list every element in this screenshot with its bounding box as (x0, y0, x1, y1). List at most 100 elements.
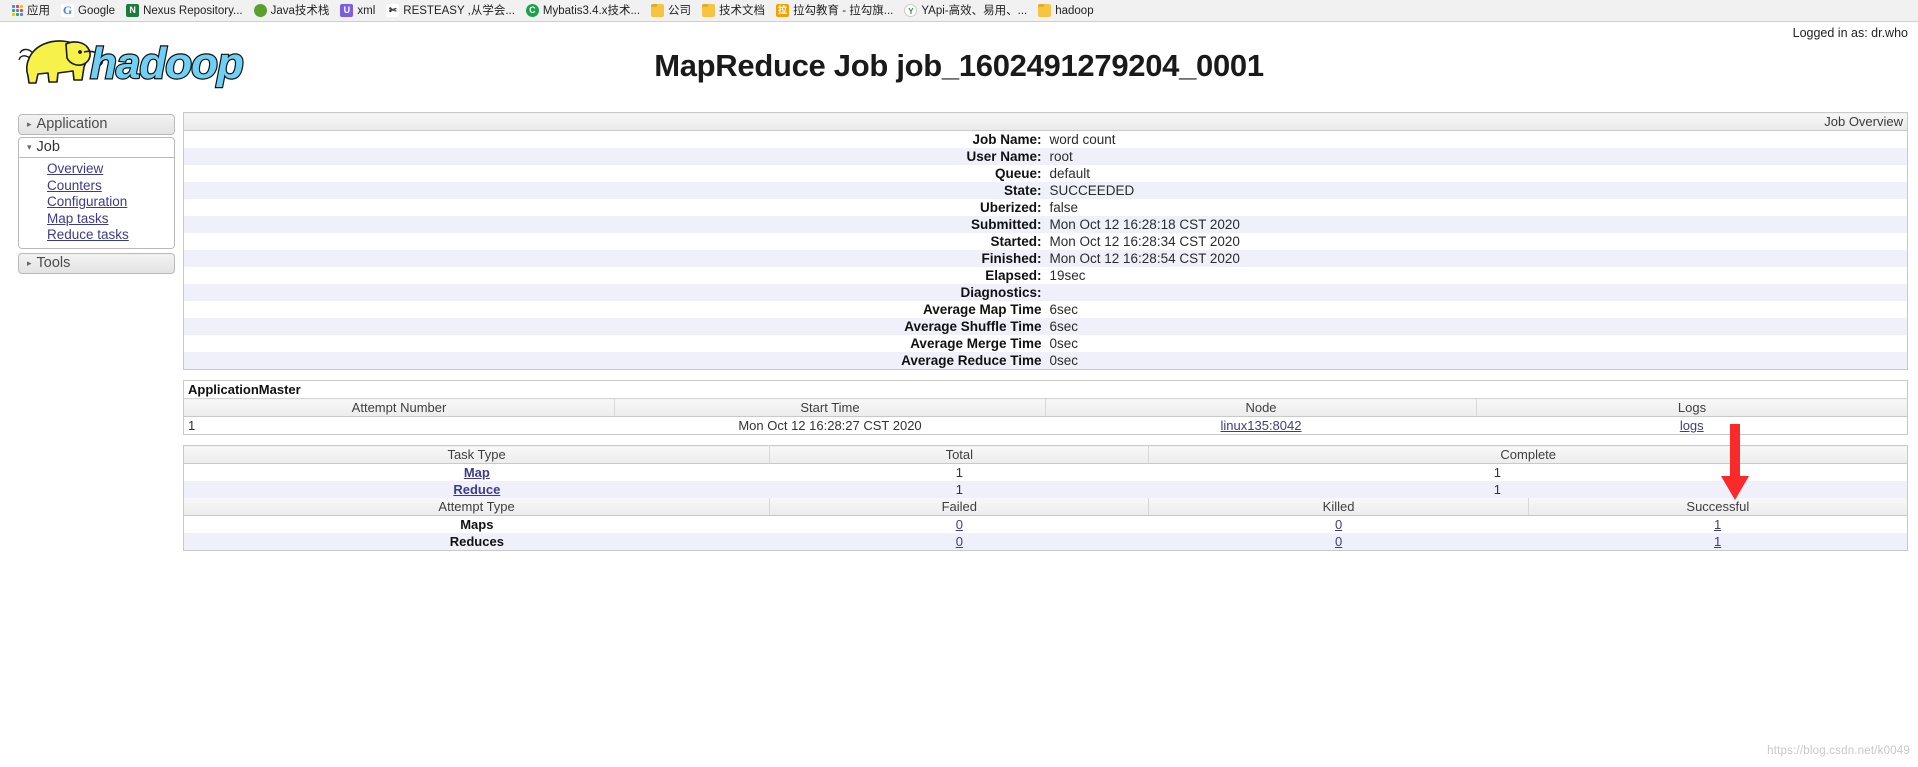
xml-icon: U (340, 4, 354, 17)
task-complete-cell: 1 (1148, 481, 1908, 498)
attempts-column-header[interactable]: Failed (769, 498, 1149, 516)
am-node-cell: linux135:8042 (1046, 417, 1477, 435)
job-overview-key: Uberized: (979, 200, 1042, 215)
job-overview-value: 0sec (1045, 352, 1908, 370)
bookmark-item[interactable]: Java技术栈 (250, 2, 337, 20)
attempt-killed-link[interactable]: 0 (1335, 534, 1342, 549)
job-overview-row: User Name: root (183, 148, 1908, 165)
bookmark-item[interactable]: 应用 (6, 2, 57, 20)
bookmark-item[interactable]: Uxml (336, 2, 382, 20)
attempt-failed-link[interactable]: 0 (956, 534, 963, 549)
page-header: hadoop MapReduce Job job_1602491279204_0… (0, 22, 1918, 100)
tasks-table-row: Map 1 1 (184, 464, 1908, 482)
bookmark-item[interactable]: G Google (57, 2, 122, 20)
sidebar-section-body: Overview Counters Configuration Map tasks Re… (18, 158, 175, 249)
am-column-header[interactable]: Start Time (614, 398, 1046, 417)
attempt-successful-link[interactable]: 1 (1714, 534, 1721, 549)
job-overview-value: Mon Oct 12 16:28:54 CST 2020 (1045, 250, 1908, 267)
attempt-type-cell: Reduces (183, 533, 770, 551)
job-overview-key: Average Map Time (922, 302, 1042, 317)
tasks-column-header[interactable]: Complete (1148, 445, 1908, 464)
am-column-header[interactable]: Attempt Number (183, 398, 615, 417)
task-type-link[interactable]: Reduce (453, 482, 500, 497)
bookmark-item[interactable]: ✄ RESTEASY ,从学会... (382, 2, 522, 20)
am-start-time: Mon Oct 12 16:28:27 CST 2020 (738, 418, 922, 433)
tasks-column-header[interactable]: Task Type (183, 445, 770, 464)
job-overview-value: 0sec (1049, 336, 1079, 351)
am-table-row: 1 Mon Oct 12 16:28:27 CST 2020 linux135:80… (184, 417, 1908, 435)
bookmark-item[interactable]: hadoop (1034, 2, 1100, 20)
job-overview-row: Diagnostics: (183, 284, 1908, 301)
task-type-cell: Map (184, 464, 770, 482)
job-overview-row: Average Map Time 6sec (184, 301, 1908, 318)
sidebar-item-configuration[interactable]: Configuration (19, 194, 174, 211)
am-logs-cell: logs (1477, 417, 1908, 435)
am-logs-link[interactable]: logs (1680, 418, 1704, 433)
lagou-icon: 拉 (776, 4, 790, 17)
job-overview-value: false (1049, 200, 1079, 215)
job-overview-value: 6sec (1049, 302, 1079, 317)
task-type-link[interactable]: Map (464, 465, 490, 480)
sidebar-section-tools[interactable]: ▸ Tools (18, 252, 175, 274)
bookmark-item[interactable]: 技术文档 (698, 2, 772, 20)
bookmark-label: hadoop (1055, 4, 1094, 17)
sidebar-section-application[interactable]: ▸ Application (18, 114, 175, 135)
bookmark-label: 技术文档 (719, 4, 766, 17)
bookmark-label: 公司 (668, 4, 692, 17)
bookmark-item[interactable]: C Mybatis3.4.x技术... (522, 2, 647, 20)
bookmark-item[interactable]: Y YApi-高效、易用、... (900, 2, 1034, 20)
bookmark-label: Nexus Repository... (143, 4, 243, 17)
bookmark-label: 拉勾教育 - 拉勾旗... (793, 4, 894, 17)
job-overview-key: Submitted: (183, 216, 1046, 233)
application-master-title-row: ApplicationMaster (183, 380, 1908, 399)
attempts-column-header[interactable]: Successful (1527, 498, 1908, 516)
job-overview-key: Finished: (183, 250, 1046, 267)
attempts-column-header[interactable]: Attempt Type (183, 498, 770, 516)
chevron-right-icon: ▸ (27, 257, 32, 268)
task-type-cell: Reduce (183, 481, 770, 498)
bookmark-item[interactable]: 拉拉勾教育 - 拉勾旗... (772, 2, 900, 20)
page-title: MapReduce Job job_1602491279204_0001 (654, 48, 1264, 83)
bookmark-item[interactable]: 公司 (647, 2, 698, 20)
job-overview-value: Mon Oct 12 16:28:34 CST 2020 (1049, 234, 1240, 249)
job-overview-row: Uberized: false (184, 199, 1908, 216)
apps-grid-icon (12, 5, 23, 16)
bookmark-label: Java技术栈 (270, 4, 330, 17)
am-column-header[interactable]: Logs (1476, 398, 1908, 417)
attempts-header-row: Attempt Type Failed Killed Successful (183, 498, 1908, 516)
sidebar-item-reduce-tasks[interactable]: Reduce tasks (19, 227, 174, 244)
sidebar-section-job[interactable]: ▾ Job (18, 137, 175, 158)
job-overview-key: State: (183, 182, 1046, 199)
job-overview-key: Average Reduce Time (183, 352, 1046, 370)
watermark-text: https://blog.csdn.net/k0049 (1767, 745, 1910, 757)
chevron-down-icon: ▾ (27, 142, 32, 152)
folder-icon (651, 4, 665, 17)
sidebar-item-overview[interactable]: Overview (19, 161, 174, 178)
sidebar-item-map-tasks[interactable]: Map tasks (19, 211, 174, 228)
job-overview-table: Job Overview Job Name: word count User Nam… (183, 112, 1908, 370)
tasks-column-header[interactable]: Total (769, 445, 1149, 464)
job-overview-caption: Job Overview (183, 112, 1908, 131)
job-overview-value (1045, 284, 1908, 301)
application-master-table: ApplicationMaster Attempt Number Start Ti… (183, 380, 1908, 435)
google-icon: G (61, 4, 74, 17)
bookmark-item[interactable]: N Nexus Repository... (122, 2, 250, 20)
task-complete-cell: 1 (1493, 465, 1501, 480)
java-icon (253, 4, 267, 17)
job-overview-row: Average Reduce Time 0sec (183, 352, 1908, 370)
attempts-column-header[interactable]: Killed (1148, 498, 1529, 516)
attempt-killed-link[interactable]: 0 (1335, 517, 1342, 532)
attempt-successful-link[interactable]: 1 (1714, 517, 1721, 532)
yapi-icon: Y (904, 4, 918, 17)
job-overview-key: Diagnostics: (183, 284, 1046, 301)
am-node-link[interactable]: linux135:8042 (1221, 418, 1302, 433)
page-stage: 应用 G Google N Nexus Repository... Java技术栈 Uxml… (0, 0, 1918, 767)
attempt-failed-link[interactable]: 0 (956, 517, 963, 532)
am-column-header[interactable]: Node (1045, 398, 1477, 417)
attempts-table-row: Maps 0 0 1 (184, 516, 1908, 534)
job-overview-row: Elapsed: 19sec (184, 267, 1908, 284)
sidebar-item-counters[interactable]: Counters (19, 178, 174, 195)
sidebar-section-label: Application (36, 116, 108, 132)
job-overview-row: State: SUCCEEDED (183, 182, 1908, 199)
tasks-table-row: Reduce 1 1 (183, 481, 1908, 498)
